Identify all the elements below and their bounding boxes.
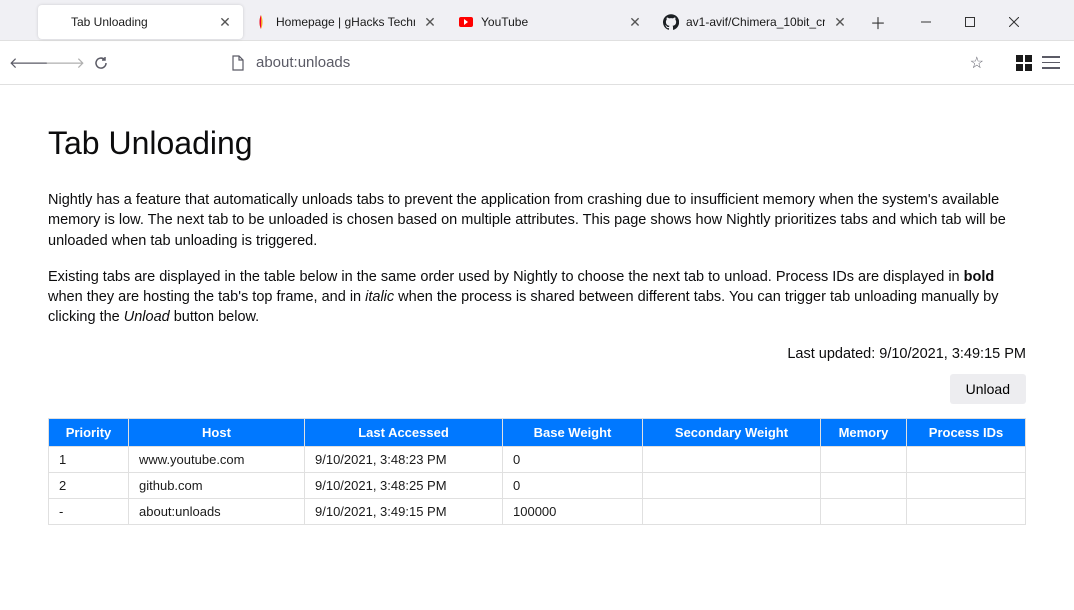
document-icon xyxy=(230,55,246,71)
para2-bold: bold xyxy=(964,269,995,285)
cell-base_weight: 0 xyxy=(503,472,643,498)
col-base-weight: Base Weight xyxy=(503,418,643,446)
table-header-row: Priority Host Last Accessed Base Weight … xyxy=(49,418,1026,446)
cell-priority: 2 xyxy=(49,472,129,498)
cell-secondary_weight xyxy=(643,498,821,524)
intro-paragraph-2: Existing tabs are displayed in the table… xyxy=(48,267,1026,328)
cell-last_accessed: 9/10/2021, 3:48:25 PM xyxy=(305,472,503,498)
cell-host: www.youtube.com xyxy=(129,446,305,472)
tab-label: YouTube xyxy=(481,15,620,29)
table-row: 1www.youtube.com9/10/2021, 3:48:23 PM0 xyxy=(49,446,1026,472)
tab-label: av1-avif/Chimera_10bit_cro xyxy=(686,15,825,29)
cell-priority: - xyxy=(49,498,129,524)
unload-button[interactable]: Unload xyxy=(950,374,1026,404)
tab-label: Homepage | gHacks Techno xyxy=(276,15,415,29)
intro-paragraph-1: Nightly has a feature that automatically… xyxy=(48,190,1026,251)
table-row: 2github.com9/10/2021, 3:48:25 PM0 xyxy=(49,472,1026,498)
url-text: about:unloads xyxy=(256,54,960,71)
tab-ghacks[interactable]: Homepage | gHacks Techno ✕ xyxy=(243,5,448,39)
cell-memory xyxy=(821,498,907,524)
tab-youtube[interactable]: YouTube ✕ xyxy=(448,5,653,39)
col-memory: Memory xyxy=(821,418,907,446)
toolbar: 🡐 🡒 about:unloads ☆ xyxy=(0,41,1074,85)
cell-process_ids xyxy=(907,472,1026,498)
cell-secondary_weight xyxy=(643,446,821,472)
back-button[interactable]: 🡐 xyxy=(14,48,44,78)
minimize-button[interactable] xyxy=(904,7,948,37)
new-tab-button[interactable]: ＋ xyxy=(864,8,892,36)
col-secondary-weight: Secondary Weight xyxy=(643,418,821,446)
unload-table: Priority Host Last Accessed Base Weight … xyxy=(48,418,1026,525)
reload-button[interactable] xyxy=(86,48,116,78)
close-tab-icon[interactable]: ✕ xyxy=(832,14,848,30)
close-tab-icon[interactable]: ✕ xyxy=(627,14,643,30)
cell-last_accessed: 9/10/2021, 3:49:15 PM xyxy=(305,498,503,524)
para2-italic: Unload xyxy=(124,309,170,325)
cell-secondary_weight xyxy=(643,472,821,498)
last-updated-label: Last updated: xyxy=(787,346,875,362)
close-tab-icon[interactable]: ✕ xyxy=(217,14,233,30)
para2-italic: italic xyxy=(365,289,394,305)
cell-base_weight: 100000 xyxy=(503,498,643,524)
github-favicon xyxy=(663,14,679,30)
table-row: -about:unloads9/10/2021, 3:49:15 PM10000… xyxy=(49,498,1026,524)
cell-last_accessed: 9/10/2021, 3:48:23 PM xyxy=(305,446,503,472)
last-updated: Last updated: 9/10/2021, 3:49:15 PM xyxy=(787,346,1026,362)
para2-text: Existing tabs are displayed in the table… xyxy=(48,269,964,285)
cell-priority: 1 xyxy=(49,446,129,472)
forward-button[interactable]: 🡒 xyxy=(50,48,80,78)
last-updated-value: 9/10/2021, 3:49:15 PM xyxy=(879,346,1026,362)
menu-button[interactable] xyxy=(1042,56,1060,69)
col-priority: Priority xyxy=(49,418,129,446)
tab-bar: Tab Unloading ✕ Homepage | gHacks Techno… xyxy=(0,0,1074,41)
bookmark-star-icon[interactable]: ☆ xyxy=(970,53,984,73)
youtube-favicon xyxy=(458,14,474,30)
cell-process_ids xyxy=(907,498,1026,524)
cell-process_ids xyxy=(907,446,1026,472)
page-title: Tab Unloading xyxy=(48,125,1026,162)
col-last-accessed: Last Accessed xyxy=(305,418,503,446)
close-tab-icon[interactable]: ✕ xyxy=(422,14,438,30)
tab-tab-unloading[interactable]: Tab Unloading ✕ xyxy=(38,5,243,39)
para2-text: button below. xyxy=(170,309,260,325)
apps-icon[interactable] xyxy=(1016,55,1032,71)
cell-host: about:unloads xyxy=(129,498,305,524)
ghacks-favicon xyxy=(253,14,269,30)
maximize-button[interactable] xyxy=(948,7,992,37)
cell-memory xyxy=(821,446,907,472)
blank-favicon xyxy=(48,14,64,30)
cell-memory xyxy=(821,472,907,498)
cell-host: github.com xyxy=(129,472,305,498)
col-process-ids: Process IDs xyxy=(907,418,1026,446)
close-window-button[interactable] xyxy=(992,7,1036,37)
tab-github[interactable]: av1-avif/Chimera_10bit_cro ✕ xyxy=(653,5,858,39)
cell-base_weight: 0 xyxy=(503,446,643,472)
tab-label: Tab Unloading xyxy=(71,15,210,29)
para2-text: when they are hosting the tab's top fram… xyxy=(48,289,365,305)
url-bar[interactable]: about:unloads ☆ xyxy=(222,47,992,79)
window-controls xyxy=(904,7,1036,37)
page-content: Tab Unloading Nightly has a feature that… xyxy=(0,85,1074,545)
col-host: Host xyxy=(129,418,305,446)
